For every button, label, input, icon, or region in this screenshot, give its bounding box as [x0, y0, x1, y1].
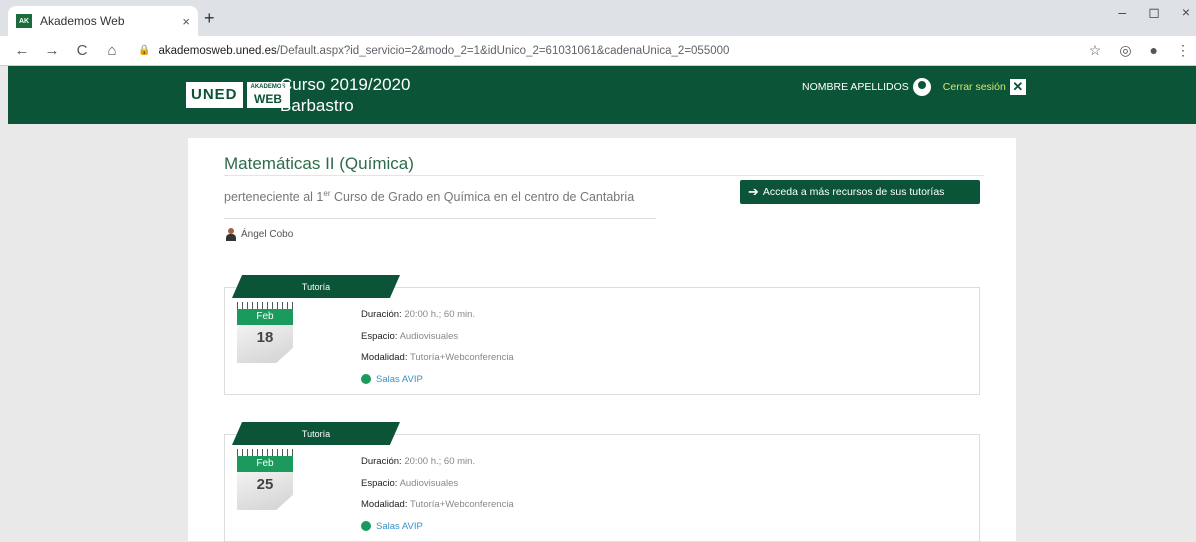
duracion-label: Duración:: [361, 309, 402, 320]
resources-button[interactable]: ➔ Acceda a más recursos de sus tutorías: [740, 180, 980, 204]
window-controls: – ◻ ×: [1118, 4, 1190, 21]
resources-button-label: Acceda a más recursos de sus tutorías: [762, 186, 945, 198]
tutoria-details: Duración: 20:00 h.; 60 min. Espacio: Aud…: [361, 304, 514, 390]
address-bar: ← → C ⌂ 🔒 akademosweb.uned.es/Default.as…: [0, 36, 1196, 66]
espacio-label: Espacio:: [361, 477, 398, 489]
belongs-pre: perteneciente al 1: [224, 190, 324, 205]
salas-avip-link[interactable]: Salas AVIP: [361, 369, 514, 391]
camera-icon[interactable]: ◎: [1119, 42, 1131, 59]
calendar-day: 18: [237, 325, 293, 363]
subject-title: Matemáticas II (Química): [224, 154, 414, 173]
salas-label: Salas AVIP: [376, 520, 423, 532]
menu-kebab-icon[interactable]: ⋮: [1176, 42, 1190, 59]
site-header: UNED AKADEMOS WEB Curso 2019/2020 Barbas…: [8, 66, 1196, 124]
tutoria-box: Feb 18 Duración: 20:00 h.; 60 min. Espac…: [224, 287, 980, 395]
duracion-value: 20:00 h.; 60 min.: [404, 309, 476, 320]
course-year: Curso 2019/2020: [280, 75, 411, 94]
salas-avip-link[interactable]: Salas AVIP: [361, 516, 514, 538]
home-icon[interactable]: ⌂: [104, 42, 120, 59]
calendar-rings: [237, 302, 293, 309]
course-title: Curso 2019/2020 Barbastro: [280, 74, 410, 116]
user-name: NOMBRE APELLIDOS: [802, 81, 909, 93]
tab-title: Akademos Web: [40, 14, 125, 28]
main-content: Matemáticas II (Química) perteneciente a…: [188, 138, 1016, 542]
teacher-icon: [226, 228, 236, 241]
calendar-icon: Feb 18: [237, 302, 293, 364]
calendar-month: Feb: [237, 309, 293, 325]
belongs-post: Curso de Grado en Química en el centro d…: [330, 190, 635, 205]
site-logo[interactable]: UNED AKADEMOS WEB: [186, 82, 290, 108]
tutoria-label: Tutoría: [232, 275, 400, 298]
logout-link[interactable]: Cerrar sesión: [943, 81, 1006, 93]
espacio-value: Audiovisuales: [399, 477, 459, 489]
profile-icon[interactable]: ●: [1150, 42, 1158, 59]
calendar-icon: Feb 25: [237, 449, 293, 511]
espacio-value: Audiovisuales: [399, 330, 459, 342]
calendar-day: 25: [237, 472, 293, 510]
espacio-label: Espacio:: [361, 330, 398, 342]
teacher-name: Ángel Cobo: [241, 229, 294, 240]
teacher: Ángel Cobo: [226, 228, 293, 241]
tutoria-details: Duración: 20:00 h.; 60 min. Espacio: Aud…: [361, 451, 514, 537]
akademos-favicon-icon: AK: [16, 14, 32, 28]
subject-description: perteneciente al 1er Curso de Grado en Q…: [224, 186, 644, 205]
reload-icon[interactable]: C: [74, 42, 90, 59]
modalidad-label: Modalidad:: [361, 352, 408, 363]
divider: [224, 175, 984, 176]
arrow-right-icon: ➔: [748, 184, 759, 199]
address-bar-actions: ☆ ◎ ● ⋮: [1089, 42, 1190, 59]
duracion-value: 20:00 h.; 60 min.: [404, 456, 476, 467]
tutoria-label: Tutoría: [232, 422, 400, 445]
browser-tabstrip: AK Akademos Web × + – ◻ ×: [0, 0, 1196, 36]
salas-label: Salas AVIP: [376, 373, 423, 385]
bookmark-star-icon[interactable]: ☆: [1089, 42, 1102, 59]
restore-icon[interactable]: ◻: [1148, 4, 1160, 21]
calendar-month: Feb: [237, 456, 293, 472]
tab-close-icon[interactable]: ×: [182, 14, 190, 29]
logout-icon[interactable]: ✕: [1009, 79, 1026, 95]
plus-circle-icon: [361, 374, 371, 385]
back-icon[interactable]: ←: [14, 42, 30, 59]
modalidad-value: Tutoría+Webconferencia: [409, 499, 514, 510]
url-path: /Default.aspx?id_servicio=2&modo_2=1&idU…: [276, 44, 730, 57]
modalidad-value: Tutoría+Webconferencia: [409, 352, 514, 363]
plus-circle-icon: [361, 521, 371, 532]
duracion-label: Duración:: [361, 456, 402, 467]
minimize-icon[interactable]: –: [1118, 4, 1126, 21]
url-field[interactable]: 🔒 akademosweb.uned.es/Default.aspx?id_se…: [138, 45, 729, 57]
divider: [224, 218, 656, 219]
user-area: NOMBRE APELLIDOS Cerrar sesión ✕: [802, 78, 1026, 96]
user-icon[interactable]: [912, 78, 931, 96]
uned-logo: UNED: [186, 82, 243, 108]
belongs-sup: er: [323, 189, 331, 198]
tutoria-box: Feb 25 Duración: 20:00 h.; 60 min. Espac…: [224, 434, 980, 542]
modalidad-label: Modalidad:: [361, 499, 408, 510]
lock-icon: 🔒: [138, 45, 151, 56]
close-window-icon[interactable]: ×: [1182, 4, 1190, 21]
center-name: Barbastro: [280, 96, 354, 115]
url-host: akademosweb.uned.es: [158, 44, 277, 57]
new-tab-button[interactable]: +: [204, 8, 215, 29]
forward-icon[interactable]: →: [44, 42, 60, 59]
calendar-rings: [237, 449, 293, 456]
browser-tab[interactable]: AK Akademos Web ×: [8, 6, 198, 36]
